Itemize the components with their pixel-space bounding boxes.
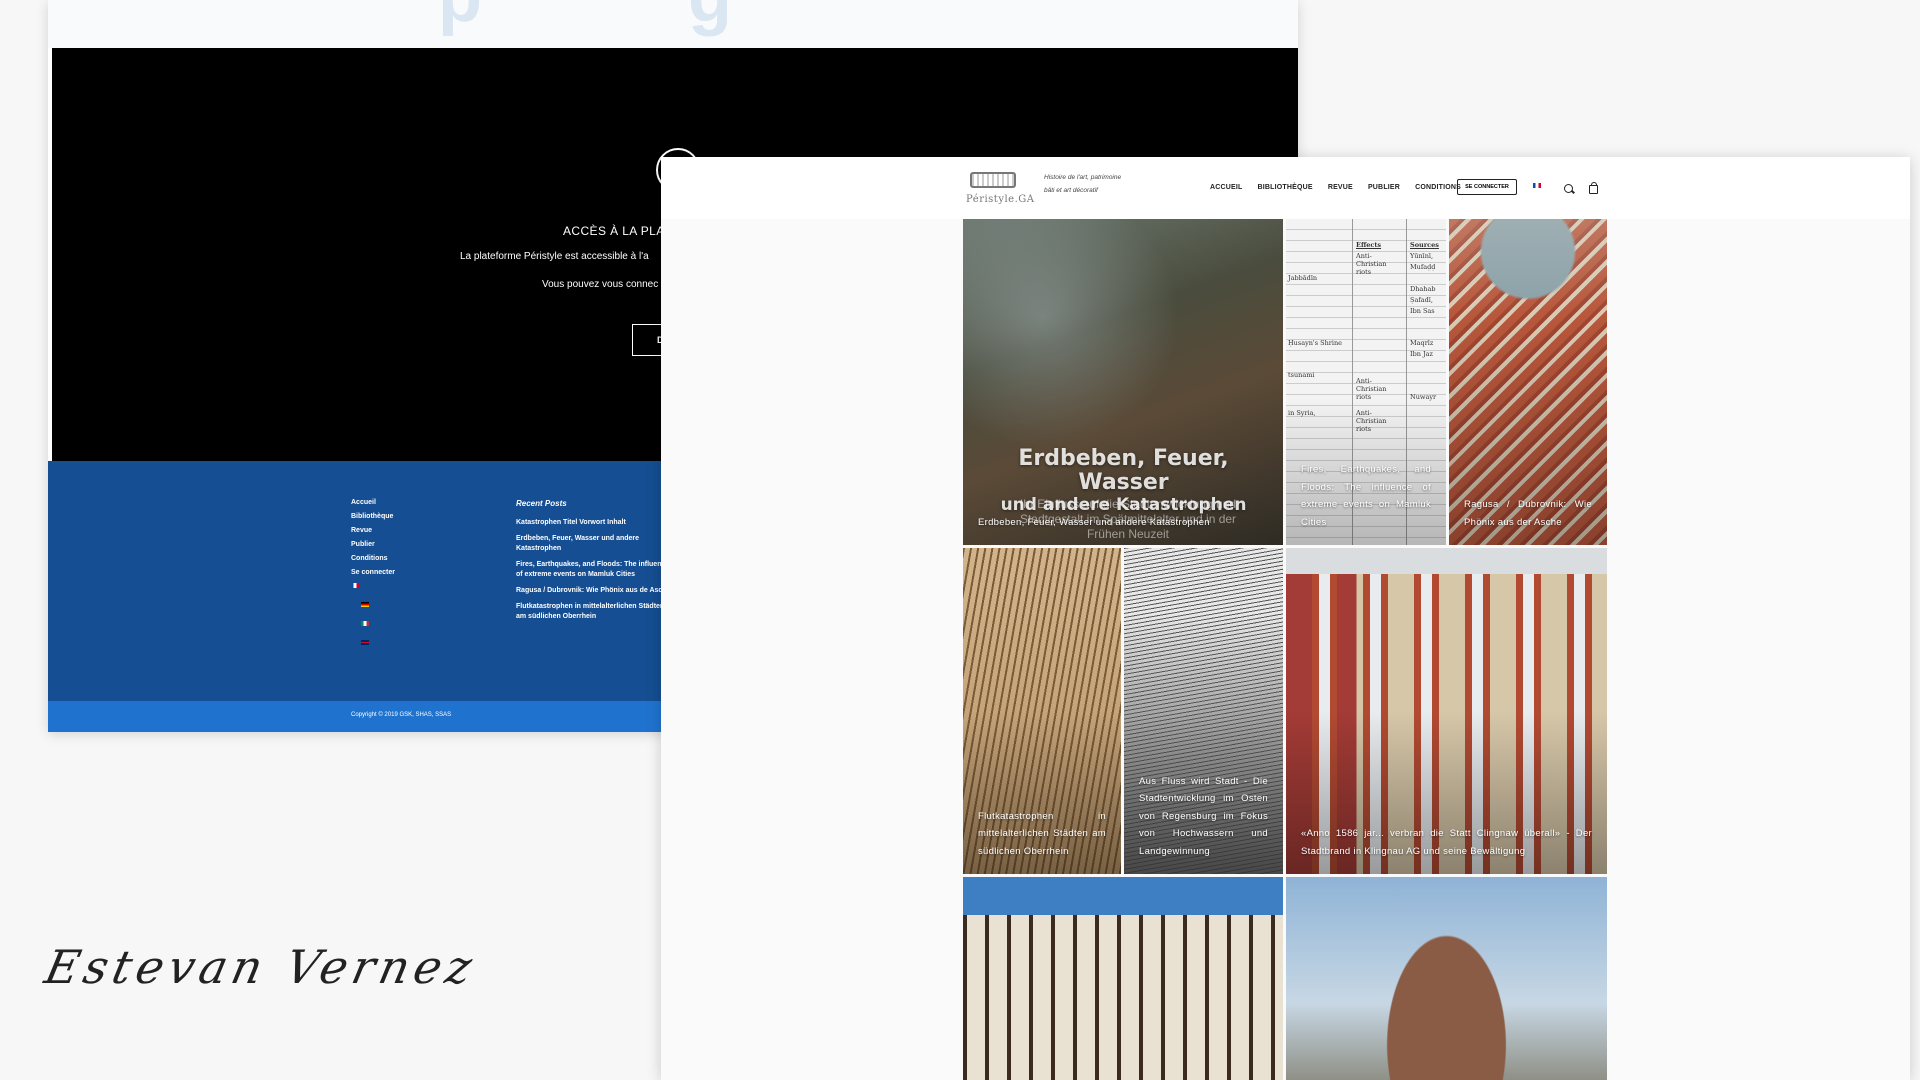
- access-title: ACCÈS À LA PLAT: [563, 224, 672, 238]
- search-icon[interactable]: [1564, 184, 1574, 194]
- recent-post-link[interactable]: Ragusa / Dubrovnik: Wie Phönix aus de As…: [516, 586, 676, 596]
- recent-post-link[interactable]: Flutkatastrophen in mittelalterlichen St…: [516, 602, 676, 622]
- footer-link-bibliotheque[interactable]: Bibliothèque: [351, 513, 395, 520]
- table-header: Sources: [1410, 241, 1439, 249]
- table-cell: tsunami: [1288, 371, 1315, 379]
- flag-de-icon[interactable]: [361, 602, 369, 607]
- post-title[interactable]: Flutkatastrophen in mittelalterlichen St…: [978, 808, 1106, 861]
- cover-title-line: Erdbeben, Feuer, Wasser: [1018, 446, 1229, 495]
- post-tile[interactable]: [963, 877, 1283, 1080]
- footer-link-revue[interactable]: Revue: [351, 527, 395, 534]
- flag-fr-icon[interactable]: [351, 583, 359, 588]
- post-title[interactable]: «Anno 1586 jar... verbran die Statt Clin…: [1301, 825, 1592, 860]
- post-title[interactable]: Aus Fluss wird Stadt - Die Stadtentwickl…: [1139, 773, 1268, 861]
- post-title[interactable]: Ragusa / Dubrovnik: Wie Phönix aus der A…: [1464, 496, 1592, 531]
- access-text: La plateforme Péristyle est accessible à…: [460, 251, 649, 262]
- copyright-text: Copyright © 2019 GSK, SHAS, SSAS: [351, 712, 452, 718]
- site-logo[interactable]: Péristyle.GA: [966, 170, 1038, 210]
- hero-decoration: g: [688, 0, 732, 38]
- shopping-bag-icon[interactable]: [1589, 182, 1598, 194]
- table-cell: in Syria,: [1288, 409, 1316, 417]
- foreground-browser-window: Péristyle.GA Histoire de l'art, patrimoi…: [661, 157, 1910, 1080]
- flag-it-icon[interactable]: [361, 621, 369, 626]
- footer-link-accueil[interactable]: Accueil: [351, 499, 395, 506]
- column-capital-icon: [970, 172, 1016, 188]
- recent-post-link[interactable]: Katastrophen Titel Vorwort Inhalt: [516, 518, 676, 528]
- table-header: Effects: [1356, 241, 1382, 249]
- recent-posts: Recent Posts Katastrophen Titel Vorwort …: [516, 499, 676, 628]
- table-cell: Anti-Christian riots: [1356, 409, 1387, 433]
- table-cell: Anti-Christian riots: [1356, 252, 1387, 276]
- login-button[interactable]: SE CONNECTER: [1457, 179, 1517, 195]
- table-cell: Jabbādīn: [1288, 274, 1318, 282]
- post-tile[interactable]: [1286, 877, 1607, 1080]
- table-cell: Mufaḍḍ: [1410, 263, 1436, 271]
- nav-item-bibliotheque[interactable]: BIBLIOTHÈQUE: [1258, 184, 1313, 191]
- main-nav: ACCUEIL BIBLIOTHÈQUE REVUE PUBLIER CONDI…: [1210, 184, 1461, 191]
- footer-link-conditions[interactable]: Conditions: [351, 555, 395, 562]
- footer-link-publier[interactable]: Publier: [351, 541, 395, 548]
- nav-item-publier[interactable]: PUBLIER: [1368, 184, 1400, 191]
- table-cell: Ibn Jaz: [1410, 350, 1433, 358]
- post-tile[interactable]: Flutkatastrophen in mittelalterlichen St…: [963, 548, 1121, 874]
- site-tagline: Histoire de l'art, patrimoine bâti et ar…: [1044, 174, 1122, 194]
- footer-link-login[interactable]: Se connecter: [351, 569, 395, 576]
- signature: Estevan Vernez: [40, 940, 482, 994]
- post-tile[interactable]: Effects Sources Anti-Christian riots Jab…: [1286, 219, 1446, 545]
- table-cell: Ṣafadī,: [1410, 296, 1433, 304]
- nav-item-revue[interactable]: REVUE: [1328, 184, 1353, 191]
- site-header: Péristyle.GA Histoire de l'art, patrimoi…: [661, 157, 1910, 219]
- table-cell: Anti-Christian riots: [1356, 377, 1387, 401]
- recent-posts-title: Recent Posts: [516, 499, 567, 508]
- post-title[interactable]: Fires, Earthquakes, and Floods: The infl…: [1301, 461, 1431, 531]
- table-cell: Ḥusayn's Shrine: [1288, 339, 1342, 347]
- table-cell: Dhahab: [1410, 285, 1436, 293]
- nav-item-conditions[interactable]: CONDITIONS: [1415, 184, 1461, 191]
- recent-post-link[interactable]: Erdbeben, Feuer, Wasser und andere Katas…: [516, 534, 676, 554]
- nav-item-accueil[interactable]: ACCUEIL: [1210, 184, 1243, 191]
- table-cell: Maqrīz: [1410, 339, 1434, 347]
- hero-area: p g: [48, 0, 1298, 48]
- table-cell: Ibn Sas: [1410, 307, 1435, 315]
- post-tile[interactable]: Erdbeben, Feuer, Wasser und andere Katas…: [963, 219, 1283, 545]
- table-cell: Nuwayr: [1410, 393, 1437, 401]
- access-text: Vous pouvez vous connec: [542, 279, 659, 290]
- flag-gb-icon[interactable]: [361, 640, 369, 645]
- footer-menu: Accueil Bibliothèque Revue Publier Condi…: [351, 499, 395, 659]
- hero-decoration: p: [438, 0, 482, 38]
- post-title[interactable]: Erdbeben, Feuer, Wasser und andere Katas…: [978, 514, 1268, 532]
- flag-fr-icon[interactable]: [1533, 183, 1541, 188]
- post-tile[interactable]: Ragusa / Dubrovnik: Wie Phönix aus der A…: [1449, 219, 1607, 545]
- post-tile[interactable]: Aus Fluss wird Stadt - Die Stadtentwickl…: [1124, 548, 1283, 874]
- recent-post-link[interactable]: Fires, Earthquakes, and Floods: The infl…: [516, 560, 676, 580]
- logo-text: Péristyle.GA: [966, 194, 1035, 205]
- post-tile[interactable]: «Anno 1586 jar... verbran die Statt Clin…: [1286, 548, 1607, 874]
- table-cell: Yūnīnī,: [1410, 252, 1434, 260]
